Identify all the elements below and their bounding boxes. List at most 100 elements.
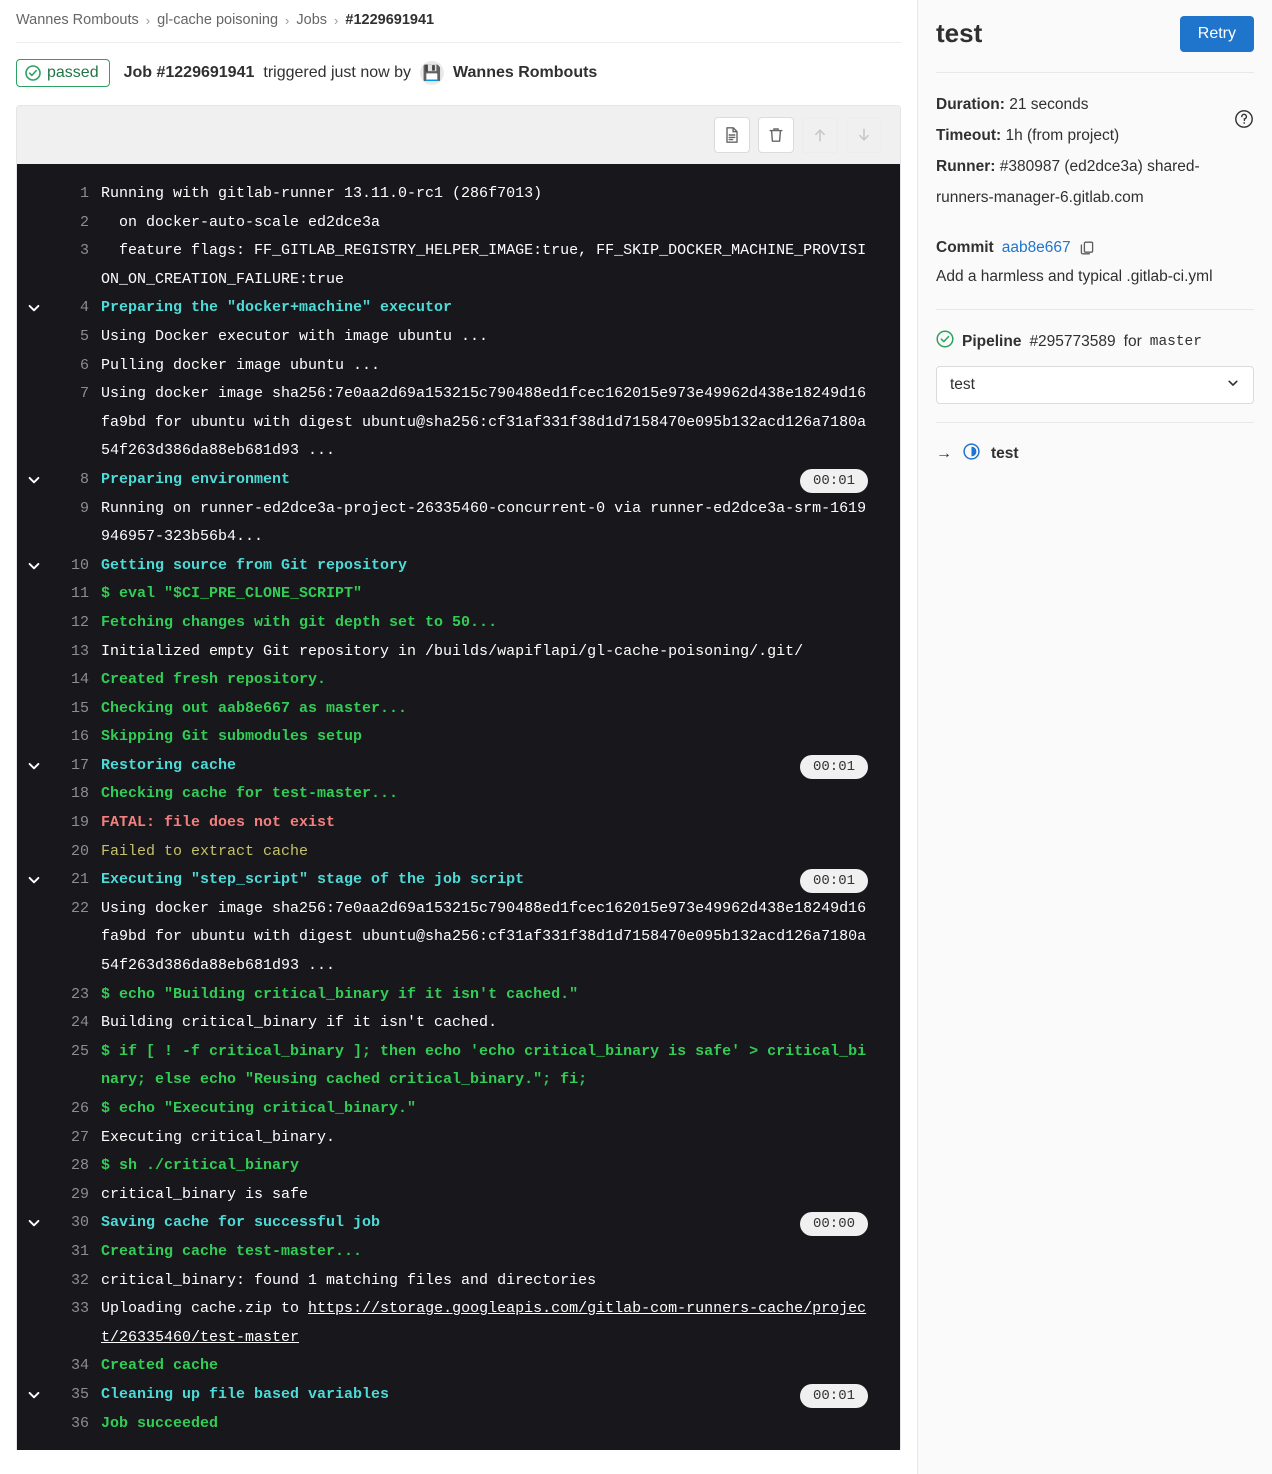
log-line-number[interactable]: 24: [51, 1009, 101, 1038]
log-line-number[interactable]: 12: [51, 609, 101, 638]
log-line: 26 $ echo "Executing critical_binary.": [17, 1095, 882, 1124]
breadcrumb-item-owner[interactable]: Wannes Rombouts: [16, 12, 139, 28]
log-section-duration: 00:01: [799, 754, 868, 779]
log-line-number[interactable]: 17: [51, 752, 101, 781]
pipeline-ref[interactable]: master: [1150, 334, 1202, 350]
log-line-number[interactable]: 15: [51, 695, 101, 724]
log-line-number[interactable]: 6: [51, 352, 101, 381]
runner-row: Runner: #380987 (ed2dce3a) shared-runner…: [936, 151, 1254, 213]
log-line-text: Skipping Git submodules setup: [101, 728, 363, 746]
commit-message: Add a harmless and typical .gitlab-ci.ym…: [936, 268, 1213, 285]
log-line-number[interactable]: 3: [51, 237, 101, 266]
job-header: passed Job #1229691941 triggered just no…: [0, 43, 917, 87]
log-line: 17 Restoring cache 00:01: [17, 752, 882, 781]
erase-job-log-button[interactable]: [758, 117, 794, 153]
chevron-down-icon[interactable]: [17, 466, 51, 487]
log-line-text: feature flags: FF_GITLAB_REGISTRY_HELPER…: [101, 242, 867, 288]
log-line-text: Uploading cache.zip to https://storage.g…: [101, 1300, 867, 1346]
job-log-output[interactable]: 1 Running with gitlab-runner 13.11.0-rc1 …: [17, 164, 900, 1450]
log-line-number[interactable]: 5: [51, 323, 101, 352]
chevron-down-icon[interactable]: [17, 552, 51, 573]
breadcrumb-separator-icon: ›: [334, 12, 339, 28]
log-line-number[interactable]: 8: [51, 466, 101, 495]
log-line-number[interactable]: 21: [51, 866, 101, 895]
breadcrumb-item-project[interactable]: gl-cache poisoning: [157, 12, 278, 28]
log-line-number[interactable]: 36: [51, 1410, 101, 1439]
log-line-number[interactable]: 25: [51, 1038, 101, 1067]
log-line-number[interactable]: 20: [51, 838, 101, 867]
help-circle-icon[interactable]: [1234, 109, 1254, 140]
log-line-number[interactable]: 27: [51, 1124, 101, 1153]
log-line-number[interactable]: 7: [51, 380, 101, 409]
log-line-gutter: [17, 1352, 51, 1359]
retry-button[interactable]: Retry: [1179, 16, 1254, 52]
copy-icon[interactable]: [1079, 240, 1095, 256]
breadcrumb-item-jobs[interactable]: Jobs: [296, 12, 327, 28]
log-line-number[interactable]: 4: [51, 294, 101, 323]
job-id-label: Job #1229691941: [123, 64, 255, 81]
log-line-number[interactable]: 23: [51, 981, 101, 1010]
log-line-number[interactable]: 26: [51, 1095, 101, 1124]
log-line: 3 feature flags: FF_GITLAB_REGISTRY_HELP…: [17, 237, 882, 294]
sidebar-job-title: test: [936, 18, 983, 48]
log-line-text: $ echo "Executing critical_binary.": [101, 1100, 417, 1117]
log-line-number[interactable]: 2: [51, 209, 101, 238]
breadcrumb-separator-icon: ›: [285, 12, 290, 28]
log-line-number[interactable]: 34: [51, 1352, 101, 1381]
log-line-number[interactable]: 31: [51, 1238, 101, 1267]
log-line-number[interactable]: 9: [51, 495, 101, 524]
chevron-down-icon[interactable]: [17, 1381, 51, 1402]
log-line-number[interactable]: 33: [51, 1295, 101, 1324]
job-log-panel: 1 Running with gitlab-runner 13.11.0-rc1 …: [16, 105, 901, 1450]
log-line: 24 Building critical_binary if it isn't c…: [17, 1009, 882, 1038]
log-line-text: Using docker image sha256:7e0aa2d69a1532…: [101, 899, 867, 975]
log-line-number[interactable]: 18: [51, 780, 101, 809]
log-section-duration: 00:01: [799, 869, 868, 894]
log-line-number[interactable]: 13: [51, 638, 101, 667]
scroll-to-bottom-button[interactable]: [846, 117, 882, 153]
log-line-link[interactable]: https://storage.googleapis.com/gitlab-co…: [101, 1300, 866, 1346]
log-section-duration: 00:01: [799, 468, 868, 493]
job-sidebar: test Retry Duration: 21 seconds Timeout:…: [917, 0, 1272, 1474]
log-line-number[interactable]: 10: [51, 552, 101, 581]
log-line-text: Restoring cache: [101, 756, 237, 774]
log-line-text: Saving cache for successful job: [101, 1214, 381, 1232]
log-line-gutter: [17, 1152, 51, 1159]
avatar[interactable]: 💾: [420, 61, 445, 85]
scroll-to-top-button[interactable]: [802, 117, 838, 153]
chevron-down-icon[interactable]: [17, 294, 51, 315]
log-line-gutter: [17, 1295, 51, 1302]
chevron-down-icon[interactable]: [17, 1209, 51, 1230]
job-triggerer-name[interactable]: Wannes Rombouts: [453, 64, 597, 82]
log-line-number[interactable]: 22: [51, 895, 101, 924]
chevron-down-icon[interactable]: [17, 752, 51, 773]
log-line-text: Running with gitlab-runner 13.11.0-rc1 (…: [101, 185, 543, 202]
chevron-down-icon[interactable]: [17, 866, 51, 887]
log-line: 22 Using docker image sha256:7e0aa2d69a15…: [17, 895, 882, 981]
log-line-number[interactable]: 19: [51, 809, 101, 838]
log-line-number[interactable]: 28: [51, 1152, 101, 1181]
log-line: 33 Uploading cache.zip to https://storage…: [17, 1295, 882, 1352]
log-line-number[interactable]: 35: [51, 1381, 101, 1410]
log-line-number[interactable]: 29: [51, 1181, 101, 1210]
log-line-gutter: [17, 666, 51, 673]
log-line-number[interactable]: 30: [51, 1209, 101, 1238]
log-line-number[interactable]: 14: [51, 666, 101, 695]
log-line-gutter: [17, 723, 51, 730]
stage-select[interactable]: test: [936, 366, 1254, 404]
log-line-gutter: [17, 1410, 51, 1417]
commit-sha-link[interactable]: aab8e667: [1002, 235, 1071, 260]
pipeline-id[interactable]: #295773589: [1029, 333, 1115, 351]
log-line: 16 Skipping Git submodules setup: [17, 723, 882, 752]
job-log-toolbar: [17, 106, 900, 164]
log-line-number[interactable]: 16: [51, 723, 101, 752]
duration-label: Duration:: [936, 96, 1005, 113]
job-status-icon: [963, 443, 980, 465]
sidebar-job-item[interactable]: → test: [936, 443, 1254, 465]
log-line-number[interactable]: 32: [51, 1267, 101, 1296]
log-line-number[interactable]: 1: [51, 180, 101, 209]
log-line: 2 on docker-auto-scale ed2dce3a: [17, 209, 882, 238]
log-line-number[interactable]: 11: [51, 580, 101, 609]
log-line-gutter: [17, 838, 51, 845]
show-raw-log-button[interactable]: [714, 117, 750, 153]
